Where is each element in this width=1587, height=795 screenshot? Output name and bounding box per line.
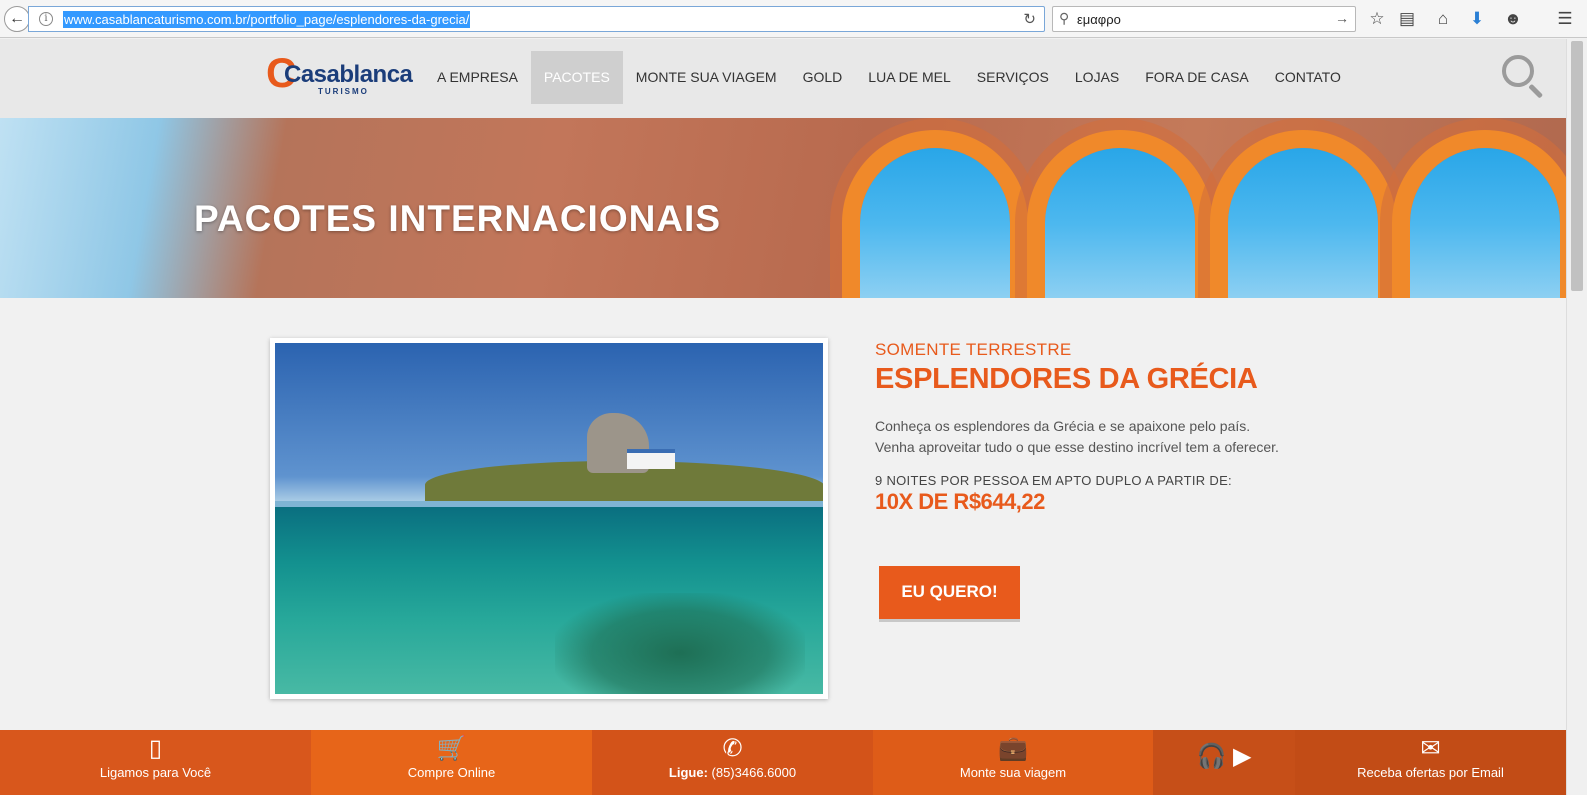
eu-quero-button[interactable]: EU QUERO! <box>879 566 1020 619</box>
browser-toolbar: ← i www.casablancaturismo.com.br/portfol… <box>0 0 1587 38</box>
footer-buy-online[interactable]: 🛒 Compre Online <box>311 730 592 795</box>
reload-icon[interactable]: ↻ <box>1023 10 1036 28</box>
reading-list-icon[interactable]: ▤ <box>1396 8 1418 30</box>
nav-item-gold[interactable]: GOLD <box>790 51 856 104</box>
suitcase-icon: 💼 <box>998 735 1028 762</box>
footer-label: Receba ofertas por Email <box>1357 765 1504 780</box>
main-nav: A EMPRESA PACOTES MONTE SUA VIAGEM GOLD … <box>424 51 1354 104</box>
shopping-cart-icon: 🛒 <box>436 735 467 762</box>
nav-item-lojas[interactable]: LOJAS <box>1062 51 1132 104</box>
logo-sub-text: TURISMO <box>318 87 369 96</box>
price-label: 9 NOITES POR PESSOA EM APTO DUPLO A PART… <box>875 473 1232 488</box>
package-info: SOMENTE TERRESTRE ESPLENDORES DA GRÉCIA … <box>875 340 1295 619</box>
site-search-icon[interactable] <box>1500 53 1546 99</box>
search-query[interactable]: εμαφρο <box>1077 12 1121 27</box>
nav-item-a-empresa[interactable]: A EMPRESA <box>424 51 531 104</box>
nav-item-pacotes[interactable]: PACOTES <box>530 51 623 104</box>
nav-item-servicos[interactable]: SERVIÇOS <box>964 51 1062 104</box>
hero-banner: PACOTES INTERNACIONAIS <box>0 118 1566 298</box>
greek-island-image <box>275 343 823 694</box>
site-header: C Casablanca TURISMO A EMPRESA PACOTES M… <box>0 39 1566 118</box>
download-icon[interactable]: ⬇ <box>1466 8 1488 30</box>
package-photo <box>270 338 828 699</box>
footer-label-bold: Ligue: <box>668 765 708 780</box>
price-value: 10X DE R$644,22 <box>875 489 1045 514</box>
package-description: Conheça os esplendores da Grécia e se ap… <box>875 418 1279 455</box>
menu-icon[interactable]: ☰ <box>1554 8 1576 30</box>
nav-item-fora-de-casa[interactable]: FORA DE CASA <box>1132 51 1261 104</box>
url-text[interactable]: www.casablancaturismo.com.br/portfolio_p… <box>63 11 471 28</box>
nav-item-contato[interactable]: CONTATO <box>1262 51 1354 104</box>
footer-action-bar: ▯ Ligamos para Você 🛒 Compre Online ✆ Li… <box>0 730 1566 795</box>
colosseum-arch-image <box>1045 148 1195 298</box>
package-kicker: SOMENTE TERRESTRE <box>875 340 1072 359</box>
mobile-phone-icon: ▯ <box>148 735 163 762</box>
footer-newsletter[interactable]: ✉ Receba ofertas por Email <box>1295 730 1566 795</box>
colosseum-arch-image <box>1410 148 1560 298</box>
chat-icon[interactable]: ☻ <box>1502 8 1524 30</box>
back-arrow-icon[interactable]: ← <box>4 6 30 32</box>
go-arrow-icon[interactable]: → <box>1335 10 1349 26</box>
envelope-icon: ✉ <box>1420 735 1441 762</box>
logo-main-text: Casablanca <box>284 61 413 88</box>
footer-audio[interactable]: 🎧 ▶ <box>1153 730 1295 795</box>
footer-label: Compre Online <box>407 765 496 780</box>
colosseum-arch-image <box>1228 148 1378 298</box>
scrollbar-thumb[interactable] <box>1571 41 1583 291</box>
bookmark-star-icon[interactable]: ☆ <box>1366 8 1388 30</box>
phone-icon: ✆ <box>722 735 743 762</box>
address-bar[interactable]: i www.casablancaturismo.com.br/portfolio… <box>28 6 1045 32</box>
footer-build-trip[interactable]: 💼 Monte sua viagem <box>873 730 1153 795</box>
nav-item-monte-sua-viagem[interactable]: MONTE SUA VIAGEM <box>623 51 790 104</box>
home-icon[interactable]: ⌂ <box>1432 8 1454 30</box>
browser-search-input[interactable]: ⚲ εμαφρο → <box>1052 6 1356 32</box>
nav-item-lua-de-mel[interactable]: LUA DE MEL <box>855 51 963 104</box>
info-icon[interactable]: i <box>39 12 53 26</box>
page-scrollbar[interactable] <box>1566 39 1587 795</box>
colosseum-arch-image <box>860 148 1010 298</box>
footer-call[interactable]: ✆ Ligue: (85)3466.6000 <box>592 730 873 795</box>
footer-phone-number: (85)3466.6000 <box>707 765 797 780</box>
footer-label: Ligamos para Você <box>99 765 212 780</box>
package-title: ESPLENDORES DA GRÉCIA <box>875 363 1258 395</box>
search-icon: ⚲ <box>1059 10 1070 26</box>
casablanca-logo[interactable]: C Casablanca TURISMO <box>266 51 416 99</box>
banner-title: PACOTES INTERNACIONAIS <box>194 198 722 239</box>
footer-label: Monte sua viagem <box>959 765 1067 780</box>
headphones-play-icon[interactable]: 🎧 ▶ <box>1153 744 1295 770</box>
footer-callback[interactable]: ▯ Ligamos para Você <box>0 730 311 795</box>
